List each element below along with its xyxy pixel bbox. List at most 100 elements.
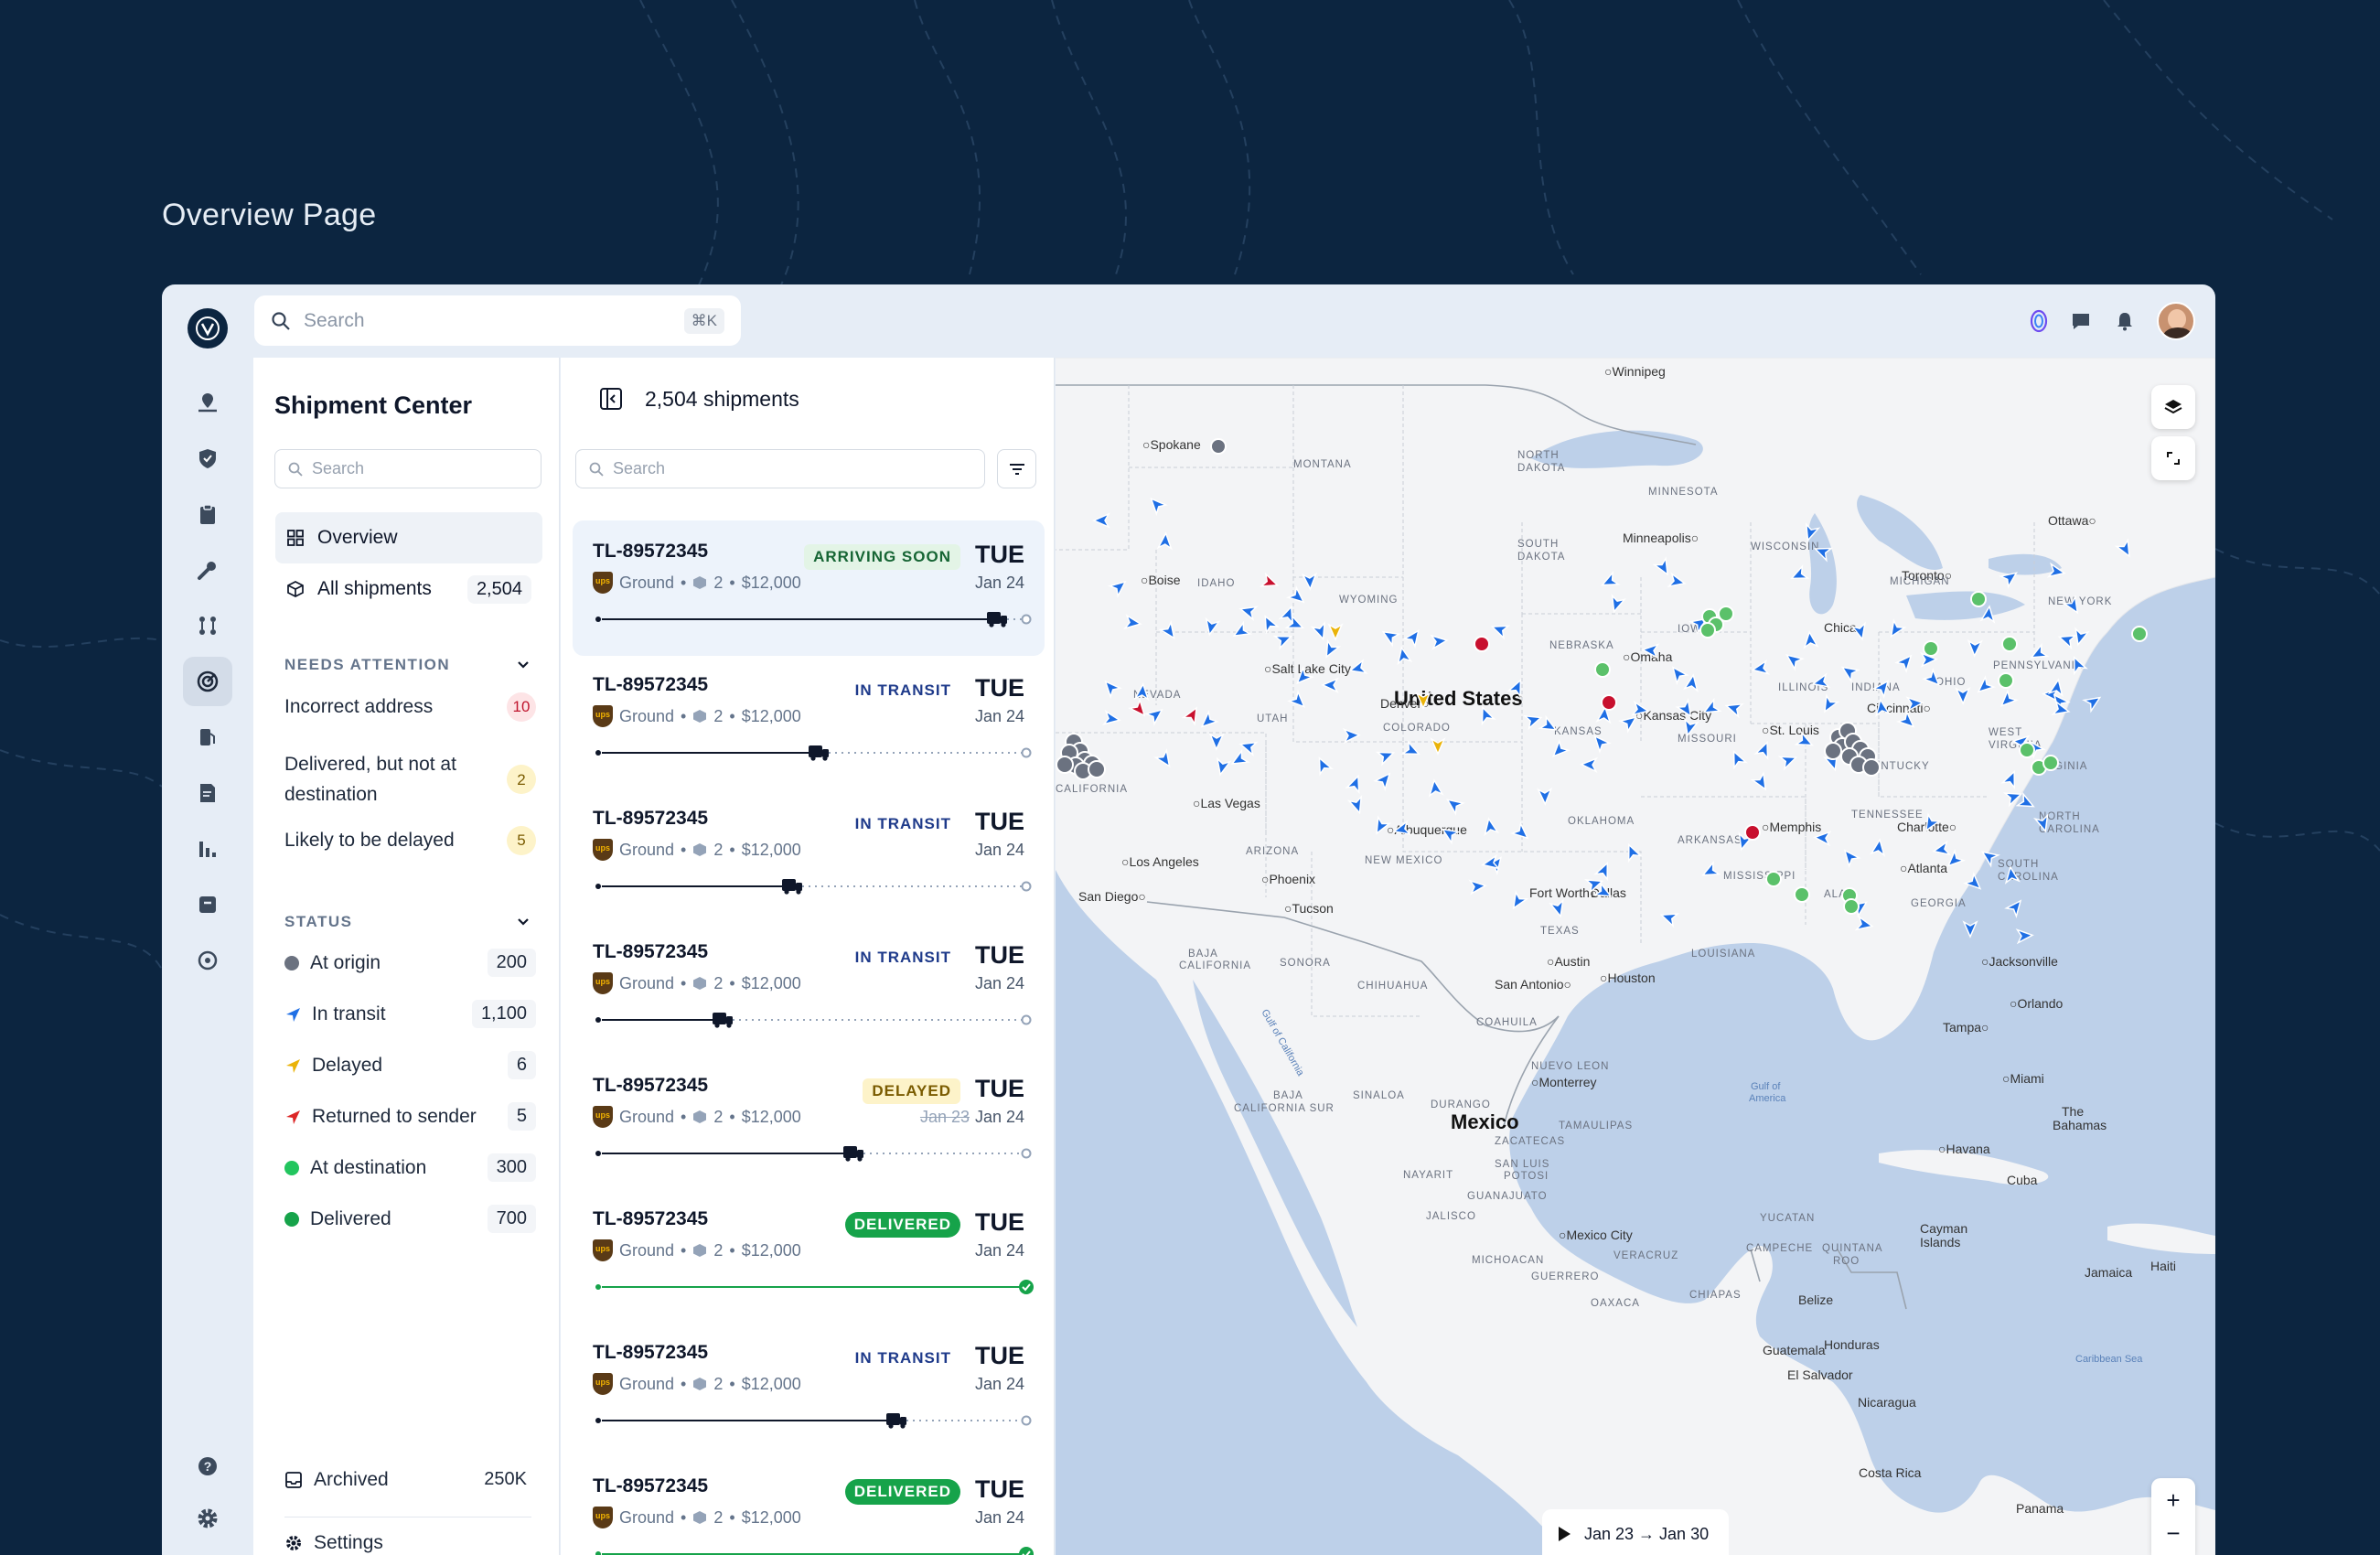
shipment-card[interactable]: TL-89572345 ups Ground • 2 • $12,000 DEL… (573, 1188, 1045, 1324)
shipment-card[interactable]: TL-89572345 ups Ground • 2 • $12,000 IN … (573, 654, 1045, 789)
shield-icon[interactable] (183, 434, 232, 483)
archive-icon[interactable] (183, 880, 232, 929)
avatar[interactable] (2157, 302, 2195, 340)
shipment-marker-dot[interactable] (1699, 622, 1716, 638)
target-icon[interactable] (183, 936, 232, 985)
attention-item-incorrect-address[interactable]: Incorrect address 10 (284, 692, 536, 722)
package-icon (693, 576, 707, 589)
separator-dot: • (729, 1107, 735, 1126)
shipment-marker-dot[interactable] (1998, 672, 2014, 689)
shipment-marker-dot[interactable] (1474, 636, 1490, 652)
chat-icon[interactable] (2069, 309, 2093, 333)
collapse-sidebar-icon[interactable] (599, 387, 623, 411)
progress-track (595, 1280, 1034, 1294)
timeline-playbar[interactable]: Jan 23 → Jan 30 (1542, 1509, 1729, 1555)
svg-text:Haiti: Haiti (2150, 1259, 2176, 1273)
shipment-marker-dot[interactable] (1088, 760, 1106, 778)
fullscreen-button[interactable] (2151, 436, 2195, 480)
global-search[interactable]: Search ⌘K (254, 295, 741, 346)
status-delivered[interactable]: Delivered 700 (284, 1205, 536, 1233)
shipment-marker-dot[interactable] (2042, 755, 2059, 771)
shipment-marker-dot[interactable] (2019, 742, 2035, 758)
shipment-marker-dot[interactable] (1824, 742, 1842, 760)
list-search-input[interactable]: Search (575, 449, 985, 488)
shipment-marker-dot[interactable] (1056, 756, 1074, 774)
shipment-marker-dot[interactable] (1765, 871, 1782, 887)
shipment-marker-dot[interactable] (1210, 438, 1227, 455)
shipment-card[interactable]: TL-89572345 ups Ground • 2 • $12,000 ARR… (573, 520, 1045, 656)
svg-text:○Jacksonville: ○Jacksonville (1981, 954, 2058, 969)
status-label: Returned to sender (312, 1105, 477, 1127)
shipment-card[interactable]: TL-89572345 ups Ground • 2 • $12,000 IN … (573, 788, 1045, 923)
play-icon[interactable] (1557, 1526, 1571, 1542)
needs-attention-header[interactable]: NEEDS ATTENTION (284, 656, 531, 674)
document-icon[interactable] (183, 768, 232, 818)
shipment-marker-arrow[interactable] (2004, 896, 2026, 919)
progress-track (595, 745, 1032, 761)
progress-track (595, 1013, 1032, 1028)
shipment-marker-dot[interactable] (1718, 606, 1734, 622)
svg-text:CALIFORNIA: CALIFORNIA (1179, 960, 1251, 971)
zoom-in-button[interactable]: + (2166, 1488, 2180, 1512)
sidebar-search-input[interactable]: Search (274, 449, 541, 488)
shipment-marker-dot[interactable] (1970, 591, 1987, 607)
radar-icon[interactable] (183, 657, 232, 706)
logo-icon[interactable] (188, 308, 228, 349)
shipment-card[interactable]: TL-89572345 ups Ground • 2 • $12,000 DEL… (573, 1055, 1045, 1190)
shipment-marker-dot[interactable] (1594, 661, 1611, 678)
shipment-marker-dot[interactable] (2131, 626, 2148, 642)
status-header[interactable]: STATUS (284, 913, 531, 931)
attention-label: Likely to be delayed (284, 830, 455, 851)
filter-button[interactable] (997, 449, 1036, 488)
attention-item-likely-delayed[interactable]: Likely to be delayed 5 (284, 825, 536, 855)
status-returned[interactable]: Returned to sender 5 (284, 1102, 536, 1131)
shipment-card[interactable]: TL-89572345 ups Ground • 2 • $12,000 IN … (573, 921, 1045, 1056)
clipboard-icon[interactable] (183, 489, 232, 539)
gear-icon[interactable] (183, 1494, 232, 1543)
bell-icon[interactable] (2113, 309, 2137, 333)
nav-all-shipments[interactable]: All shipments 2,504 (275, 563, 542, 615)
shipment-marker-arrow[interactable] (2082, 692, 2103, 713)
shipment-map[interactable]: United States Mexico ○Winnipeg ○Spokane ○B… (1056, 358, 2215, 1555)
archived-item[interactable]: Archived 250K (284, 1465, 536, 1494)
attention-item-delivered-not-destination[interactable]: Delivered, but not at destination 2 (284, 749, 536, 810)
svg-text:GEORGIA: GEORGIA (1911, 898, 1967, 909)
zoom-out-button[interactable]: − (2166, 1521, 2180, 1545)
shipment-marker-dot[interactable] (1843, 898, 1860, 915)
shipment-marker-arrow[interactable] (2015, 928, 2034, 945)
svg-text:○Salt Lake City: ○Salt Lake City (1264, 661, 1351, 676)
svg-text:○St. Louis: ○St. Louis (1762, 723, 1819, 737)
separator-dot: • (729, 1374, 735, 1393)
map-label-mexico: Mexico (1451, 1110, 1519, 1133)
status-in-transit[interactable]: In transit 1,100 (284, 1000, 536, 1028)
help-icon[interactable]: ? (183, 1442, 232, 1491)
svg-text:Honduras: Honduras (1824, 1337, 1880, 1352)
shipment-card[interactable]: TL-89572345 ups Ground • 2 • $12,000 DEL… (573, 1455, 1045, 1555)
svg-text:SOUTH: SOUTH (1998, 859, 2039, 870)
fingerprint-icon[interactable] (2029, 308, 2049, 334)
delivered-check-icon (1019, 1547, 1034, 1555)
shipment-card[interactable]: TL-89572345 ups Ground • 2 • $12,000 IN … (573, 1322, 1045, 1457)
shipment-marker-dot[interactable] (1601, 694, 1617, 711)
layers-button[interactable] (2151, 385, 2195, 429)
status-at-destination[interactable]: At destination 300 (284, 1153, 536, 1182)
shipment-marker-dot[interactable] (1862, 758, 1881, 777)
bar-chart-icon[interactable] (183, 824, 232, 874)
shipment-marker-dot[interactable] (2001, 636, 2018, 652)
shipment-marker-dot[interactable] (1923, 640, 1939, 657)
status-delayed[interactable]: Delayed 6 (284, 1051, 536, 1079)
nav-overview[interactable]: Overview (275, 512, 542, 563)
status-at-origin[interactable]: At origin 200 (284, 949, 536, 977)
shipment-pieces: 2 (713, 573, 724, 592)
fuel-icon[interactable] (183, 713, 232, 762)
shipment-marker-dot[interactable] (1794, 886, 1810, 903)
shipment-marker-dot[interactable] (1744, 824, 1761, 841)
map-pin-icon[interactable] (183, 378, 232, 427)
shipment-marker-arrow[interactable] (1962, 920, 1978, 938)
shipment-id: TL-89572345 (593, 674, 709, 695)
route-icon[interactable] (183, 601, 232, 650)
eta-day: TUE (975, 541, 1024, 568)
settings-item[interactable]: Settings (284, 1532, 536, 1554)
wrench-icon[interactable] (183, 545, 232, 595)
svg-text:Nicaragua: Nicaragua (1858, 1395, 1916, 1410)
